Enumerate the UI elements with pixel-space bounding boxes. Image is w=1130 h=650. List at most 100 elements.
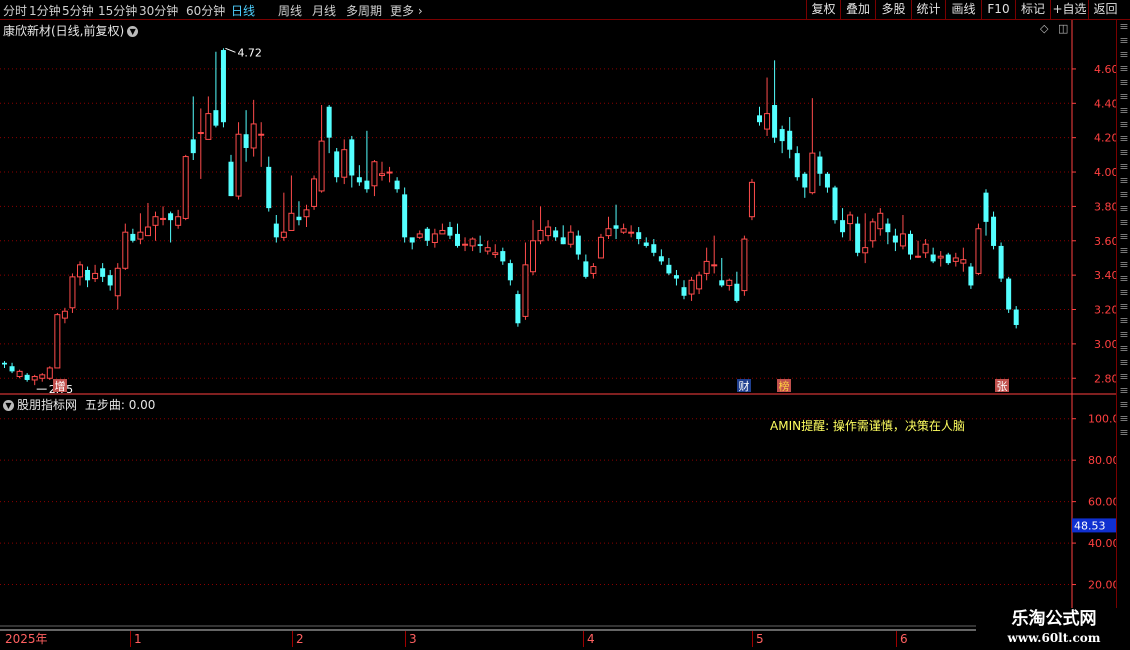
strip-glyph: ≡: [1119, 230, 1129, 243]
indicator-tick-label: 60.00: [1088, 496, 1120, 509]
price-tick-label: 4.40: [1094, 97, 1119, 110]
date-label: 4: [583, 631, 595, 647]
candle-body-up: [748, 181, 755, 218]
candle-body-down: [85, 269, 91, 281]
date-label: 6: [896, 631, 908, 647]
candle-body-down: [772, 105, 778, 138]
candle-body-down: [130, 233, 136, 241]
candle-body-up: [703, 260, 710, 274]
strip-glyph: ≡: [1119, 118, 1129, 131]
date-label: 2: [292, 631, 304, 647]
candle-body-down: [349, 139, 355, 176]
candle-body-up: [628, 231, 635, 234]
strip-glyph: ≡: [1119, 370, 1129, 383]
event-marker-label: 财: [739, 379, 750, 393]
strip-glyph: ≡: [1119, 76, 1129, 89]
candle-body-down: [364, 180, 370, 190]
price-tick-label: 3.40: [1094, 269, 1119, 282]
candle-body-down: [220, 50, 226, 123]
price-tick-label: 4.00: [1094, 166, 1119, 179]
candle-body-up: [597, 236, 604, 259]
strip-glyph: ≡: [1119, 34, 1129, 47]
strip-glyph: ≡: [1119, 20, 1129, 33]
candle-body-down: [998, 245, 1004, 279]
candle-body-up: [696, 274, 703, 290]
strip-glyph: ≡: [1119, 258, 1129, 271]
annotations: 4.722.75增财榜张: [36, 46, 1009, 396]
strip-glyph: ≡: [1119, 160, 1129, 173]
candle-body-up: [205, 113, 212, 140]
candle-body-up: [416, 233, 423, 238]
candle-body-down: [945, 254, 951, 264]
candle-body-down: [190, 139, 196, 154]
candle-body-down: [658, 256, 664, 262]
candle-body-up: [160, 217, 167, 220]
right-side-strip[interactable]: ≡ ≡ ≡ ≡ ≡ ≡ ≡ ≡ ≡ ≡ ≡ ≡ ≡ ≡ ≡ ≡ ≡ ≡ ≡ ≡ ≡ ≡ ≡ ≡ ≡ ≡ ≡…: [1116, 20, 1130, 630]
candle-body-down: [908, 233, 913, 255]
candle-body-up: [61, 310, 68, 319]
candle-body-up: [862, 247, 869, 254]
candle-body-up: [590, 266, 597, 274]
price-tick-label: 3.80: [1094, 200, 1119, 213]
candle-body-up: [288, 212, 295, 231]
candle-body-down: [9, 366, 15, 372]
candle-body-down: [719, 280, 725, 286]
candle-body-up: [235, 133, 242, 197]
strip-glyph: ≡: [1119, 244, 1129, 257]
candle-body-up: [688, 279, 695, 295]
candle-body-up: [537, 229, 544, 242]
candle-body-down: [24, 374, 30, 380]
chevron-down-icon[interactable]: ▼: [3, 400, 14, 411]
strip-glyph: ≡: [1119, 132, 1129, 145]
candle-body-down: [228, 161, 234, 197]
strip-glyph: ≡: [1119, 188, 1129, 201]
candle-body-down: [575, 235, 581, 255]
candle-body-up: [250, 123, 257, 149]
candle-body-up: [764, 113, 771, 130]
candle-body-down: [100, 268, 106, 277]
panel-frames: [0, 20, 1116, 631]
candle-body-up: [952, 257, 959, 262]
kline-chart[interactable]: 4.722.75增财榜张 4.604.404.204.003.803.603.4…: [0, 0, 1130, 650]
strip-glyph: ≡: [1119, 90, 1129, 103]
event-marker-label: 增: [55, 379, 66, 393]
strip-glyph: ≡: [1119, 146, 1129, 159]
candle-body-down: [779, 129, 785, 142]
candle-body-up: [741, 238, 748, 292]
candle-body-up: [144, 226, 151, 237]
strip-glyph: ≡: [1119, 216, 1129, 229]
candle-body-down: [402, 194, 408, 238]
candle-body-up: [386, 171, 393, 174]
watermark-title: 乐淘公式网: [1011, 609, 1097, 629]
strip-glyph: ≡: [1119, 328, 1129, 341]
candle-body-down: [356, 177, 362, 183]
candle-body-down: [553, 230, 559, 238]
candle-body-down: [1006, 278, 1012, 310]
candle-body-up: [69, 276, 76, 309]
candle-body-up: [620, 228, 627, 233]
strip-glyph: ≡: [1119, 356, 1129, 369]
candle-body-down: [334, 151, 340, 178]
candle-body-up: [605, 228, 612, 237]
candle-body-down: [296, 216, 302, 221]
candle-body-up: [530, 240, 536, 273]
candle-body-down: [455, 233, 460, 246]
candle-body-up: [847, 214, 854, 225]
candle-body-down: [991, 216, 997, 246]
candle-body-up: [869, 221, 876, 242]
strip-glyph: ≡: [1119, 104, 1129, 117]
candle-body-down: [643, 242, 649, 246]
strip-glyph: ≡: [1119, 174, 1129, 187]
candle-body-down: [515, 294, 521, 324]
candle-body-up: [522, 264, 529, 317]
candle-body-down: [681, 287, 687, 296]
candle-body-down: [636, 232, 642, 240]
indicator-title[interactable]: ▼ 股朋指标网 五步曲: 0.00: [3, 396, 155, 413]
indicator-reminder: AMIN提醒: 操作需谨慎，决策在人脑: [770, 419, 965, 433]
candle-body-up: [809, 152, 816, 194]
candle-body-up: [711, 264, 718, 267]
candle-body-up: [137, 231, 144, 240]
candle-body-up: [318, 140, 325, 192]
candle-body-up: [182, 156, 189, 219]
candle-body-up: [484, 247, 491, 252]
